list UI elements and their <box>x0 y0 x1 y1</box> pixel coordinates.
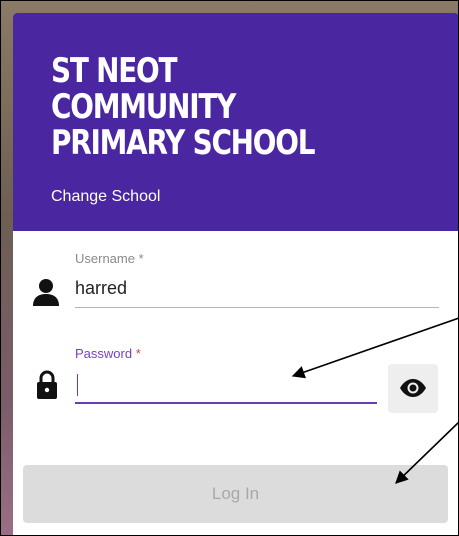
password-label-text: Password <box>75 346 133 361</box>
person-icon <box>33 279 59 306</box>
username-label-text: Username <box>75 251 135 266</box>
username-label: Username * <box>75 251 144 266</box>
text-caret <box>77 374 78 396</box>
login-card: ST NEOT COMMUNITY PRIMARY SCHOOL Change … <box>13 13 459 536</box>
password-required-marker: * <box>135 346 141 361</box>
lock-icon <box>37 370 57 399</box>
password-underline <box>75 402 377 404</box>
username-required-marker: * <box>138 251 144 266</box>
password-label: Password * <box>75 346 141 361</box>
username-underline <box>75 307 439 308</box>
eye-icon <box>400 379 426 397</box>
show-password-button[interactable] <box>388 364 438 413</box>
username-input[interactable] <box>75 278 435 299</box>
school-name: ST NEOT COMMUNITY PRIMARY SCHOOL <box>51 51 315 163</box>
password-input[interactable] <box>75 371 375 399</box>
login-button[interactable]: Log In <box>23 465 448 523</box>
school-header: ST NEOT COMMUNITY PRIMARY SCHOOL Change … <box>13 13 459 231</box>
change-school-link[interactable]: Change School <box>51 188 160 206</box>
